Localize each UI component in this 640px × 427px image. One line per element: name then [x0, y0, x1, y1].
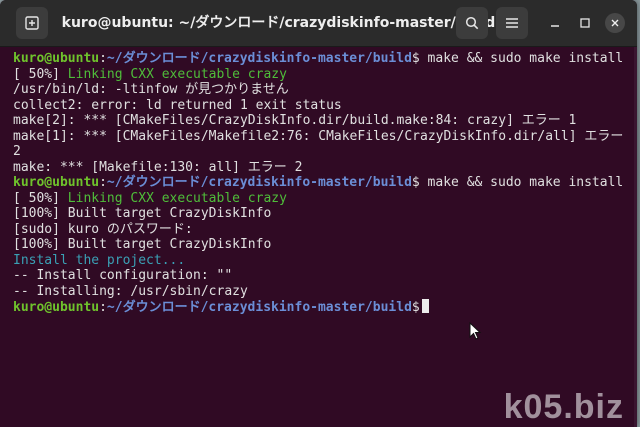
watermark: k05.biz: [503, 388, 624, 426]
minimize-icon: [551, 25, 559, 27]
output-line: [ 50%] Linking CXX executable crazy: [13, 67, 637, 83]
output-line: make[1]: *** [CMakeFiles/Makefile2:76: C…: [13, 128, 624, 144]
prompt-user-host: kuro@ubuntu: [13, 300, 100, 315]
output-line: make[2]: *** [CMakeFiles/CrazyDiskInfo.d…: [13, 113, 577, 128]
progress-prefix: [ 50%]: [13, 66, 68, 82]
terminal-scrollbar[interactable]: [634, 47, 637, 427]
output-line: /usr/bin/ld: -ltinfow が見つかりません: [13, 82, 289, 97]
hamburger-menu-icon: [506, 18, 518, 28]
search-icon: [465, 16, 479, 30]
command-text: make && sudo make install: [419, 175, 624, 190]
prompt-line: kuro@ubuntu:~/ダウンロード/crazydiskinfo-maste…: [13, 51, 637, 67]
close-button[interactable]: [605, 13, 625, 33]
prompt-dollar: $: [411, 175, 420, 190]
output-line: [100%] Built target CrazyDiskInfo: [13, 237, 272, 252]
prompt-dollar: $: [411, 51, 420, 66]
prompt-user-host: kuro@ubuntu: [13, 51, 100, 66]
prompt-separator: :: [99, 51, 107, 66]
prompt-path: ~/ダウンロード/crazydiskinfo-master/build: [106, 51, 412, 66]
output-line: [100%] Built target CrazyDiskInfo: [13, 206, 272, 221]
linking-text: Linking CXX executable crazy: [67, 190, 287, 206]
maximize-icon: [580, 18, 590, 28]
window-title: kuro@ubuntu: ~/ダウンロード/crazydiskinfo-mast…: [61, 15, 496, 31]
output-line: [ 50%] Linking CXX executable crazy: [13, 191, 637, 207]
output-line: -- Installing: /usr/sbin/crazy: [13, 283, 248, 299]
prompt-path: ~/ダウンロード/crazydiskinfo-master/build: [106, 300, 412, 315]
maximize-button[interactable]: [576, 14, 594, 32]
title-bar: kuro@ubuntu: ~/ダウンロード/crazydiskinfo-mast…: [0, 0, 637, 47]
close-icon: [611, 19, 619, 27]
output-line: Install the project...: [13, 252, 186, 268]
terminal-window: kuro@ubuntu: ~/ダウンロード/crazydiskinfo-mast…: [0, 0, 637, 427]
minimize-button[interactable]: [546, 14, 564, 32]
prompt-separator: :: [99, 300, 107, 315]
output-line: make: *** [Makefile:130: all] エラー 2: [13, 159, 303, 175]
linking-text: Linking CXX executable crazy: [67, 66, 287, 82]
prompt-line: kuro@ubuntu:~/ダウンロード/crazydiskinfo-maste…: [13, 175, 637, 191]
output-line: -- Install configuration: "": [13, 268, 233, 283]
progress-prefix: [ 50%]: [13, 190, 68, 206]
prompt-path: ~/ダウンロード/crazydiskinfo-master/build: [106, 175, 412, 190]
output-line: 2: [13, 144, 21, 159]
output-line: collect2: error: ld returned 1 exit stat…: [13, 97, 342, 113]
menu-button[interactable]: [496, 7, 528, 39]
search-button[interactable]: [456, 7, 488, 39]
command-text: make && sudo make install: [419, 51, 624, 66]
mouse-pointer-icon: [469, 322, 482, 340]
prompt-separator: :: [99, 175, 107, 190]
prompt-line: kuro@ubuntu:~/ダウンロード/crazydiskinfo-maste…: [13, 299, 637, 315]
text-cursor: [421, 299, 429, 313]
output-line: [sudo] kuro のパスワード:: [13, 221, 193, 237]
prompt-user-host: kuro@ubuntu: [13, 175, 100, 190]
terminal-output[interactable]: kuro@ubuntu:~/ダウンロード/crazydiskinfo-maste…: [0, 47, 637, 427]
prompt-dollar: $: [411, 300, 420, 315]
